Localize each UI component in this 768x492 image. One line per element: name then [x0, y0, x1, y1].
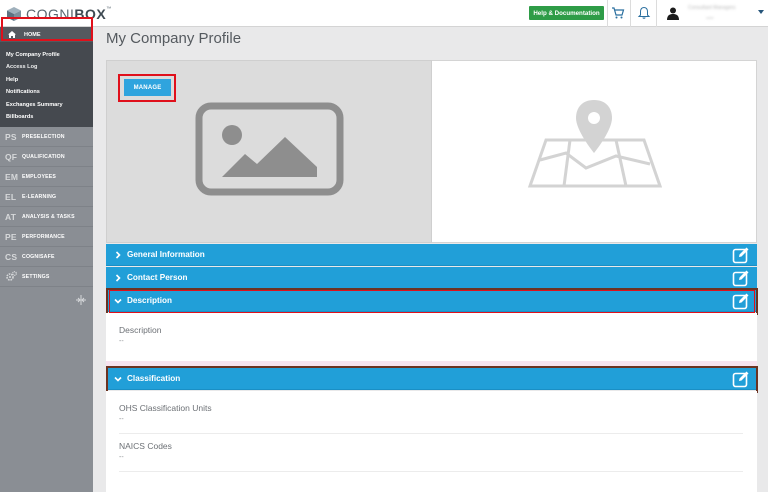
sidebar-item-performance[interactable]: PE PERFORMANCE — [0, 227, 93, 247]
submenu-help[interactable]: Help — [6, 77, 18, 83]
chevron-right-icon — [115, 250, 121, 259]
sidebar-item-settings[interactable]: SETTINGS — [0, 267, 93, 287]
user-avatar-icon — [667, 7, 679, 20]
field-divider — [119, 471, 743, 472]
user-role: user — [706, 15, 714, 20]
sidebar-item-qualification[interactable]: QF QUALIFICATION — [0, 147, 93, 167]
nav-label: SETTINGS — [22, 273, 50, 280]
submenu-my-company-profile[interactable]: My Company Profile — [6, 52, 60, 58]
user-menu[interactable]: Consultant Managers user — [662, 0, 768, 27]
nav-label: QUALIFICATION — [22, 153, 65, 160]
highlight-my-company-profile — [1, 17, 93, 41]
help-documentation-button[interactable]: Help & Documentation — [529, 6, 604, 20]
description-label: Description — [119, 325, 162, 335]
description-highlight-inner — [109, 290, 755, 313]
nav-abbr: QF — [5, 151, 18, 162]
nav-abbr: EL — [5, 191, 17, 202]
nav-label: PRESELECTION — [22, 133, 65, 140]
page-title: My Company Profile — [106, 30, 242, 47]
section-title: General Information — [127, 250, 205, 259]
sidebar-item-employees[interactable]: EM EMPLOYEES — [0, 167, 93, 187]
user-name: Consultant Managers — [688, 5, 736, 11]
nav-label: PERFORMANCE — [22, 233, 65, 240]
submenu-access-log[interactable]: Access Log — [6, 64, 37, 70]
caret-down-icon[interactable] — [758, 10, 764, 14]
header-divider — [656, 0, 657, 27]
ohs-classification-label: OHS Classification Units — [119, 403, 212, 413]
naics-codes-label: NAICS Codes — [119, 441, 172, 451]
sidebar-item-e-learning[interactable]: EL E-LEARNING — [0, 187, 93, 207]
header-divider — [607, 0, 608, 27]
edit-icon[interactable] — [732, 246, 750, 264]
sidebar-item-preselection[interactable]: PS PRESELECTION — [0, 127, 93, 147]
map-placeholder-icon — [527, 100, 662, 188]
home-submenu: My Company Profile Access Log Help Notif… — [0, 42, 93, 127]
nav-label: EMPLOYEES — [22, 173, 57, 180]
image-placeholder-icon — [195, 102, 344, 196]
logo-trademark: ™ — [106, 6, 112, 12]
header-divider — [630, 0, 631, 27]
nav-abbr: PE — [5, 231, 17, 242]
description-body: Description -- — [106, 313, 757, 361]
manage-button[interactable]: MANAGE — [124, 79, 171, 96]
submenu-billboards[interactable]: Billboards — [6, 114, 33, 120]
classification-highlight-outer — [106, 366, 758, 393]
field-divider — [119, 433, 743, 434]
bell-icon[interactable] — [637, 6, 651, 20]
nav-abbr: AT — [5, 211, 17, 222]
sidebar: HOME My Company Profile Access Log Help … — [0, 27, 93, 492]
nav-label: COGNISAFE — [22, 253, 55, 260]
classification-body: OHS Classification Units -- NAICS Codes … — [106, 391, 757, 492]
naics-codes-value: -- — [119, 454, 124, 461]
top-header: COGNIBOX™ Help & Documentation Consultan… — [0, 0, 768, 27]
submenu-notifications[interactable]: Notifications — [6, 89, 40, 95]
sidebar-item-cognisafe[interactable]: CS COGNISAFE — [0, 247, 93, 267]
cart-icon[interactable] — [611, 6, 625, 20]
section-contact-person[interactable]: Contact Person — [106, 267, 757, 289]
submenu-exchanges-summary[interactable]: Exchanges Summary — [6, 102, 63, 108]
nav-abbr: EM — [5, 171, 19, 182]
description-value: -- — [119, 338, 124, 345]
nav-label: ANALYSIS & TASKS — [22, 213, 75, 220]
section-general-information[interactable]: General Information — [106, 244, 757, 266]
collapse-sidebar-icon[interactable] — [75, 294, 87, 306]
section-title: Contact Person — [127, 273, 188, 282]
edit-icon[interactable] — [732, 269, 750, 287]
nav-label: E-LEARNING — [22, 193, 57, 200]
gears-icon — [6, 270, 17, 281]
chevron-right-icon — [115, 273, 121, 282]
nav-abbr: PS — [5, 131, 17, 142]
ohs-classification-value: -- — [119, 416, 124, 423]
nav-abbr: CS — [5, 251, 18, 262]
sidebar-item-analysis-tasks[interactable]: AT ANALYSIS & TASKS — [0, 207, 93, 227]
